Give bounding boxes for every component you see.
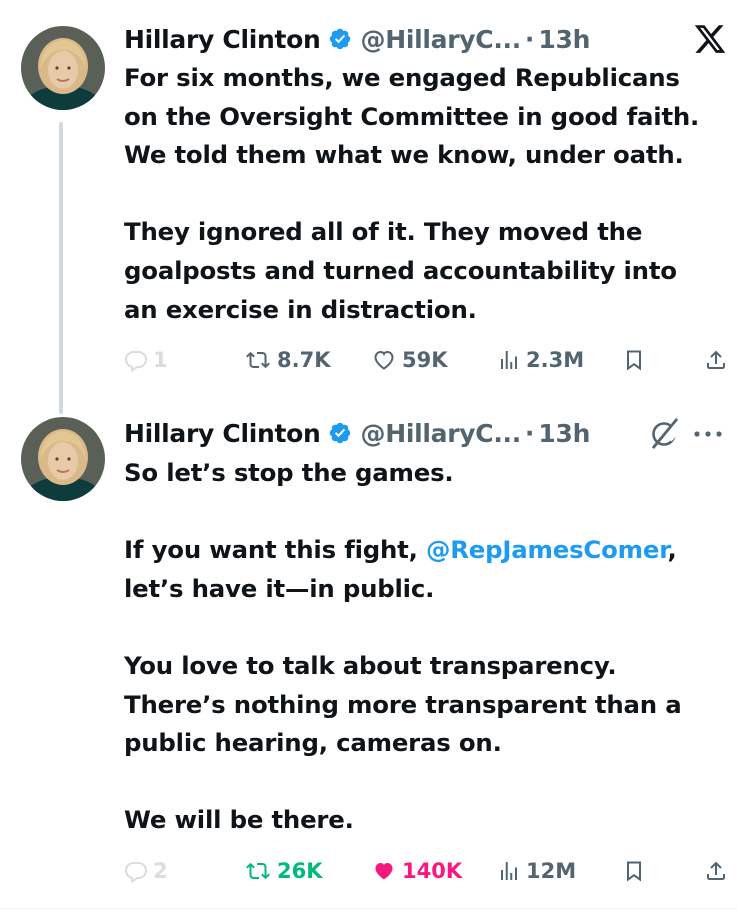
reply-button[interactable]: 2 bbox=[124, 851, 168, 891]
avatar[interactable] bbox=[21, 417, 105, 501]
author-name[interactable]: Hillary Clinton bbox=[124, 25, 321, 54]
tweet-header: Hillary Clinton @HillaryC... · 13h bbox=[124, 21, 590, 57]
tweet-text-line: We told them what we know, under oath. bbox=[124, 140, 684, 170]
tweet-actions: 1 8.7K 59K 2.3M bbox=[124, 340, 734, 380]
bookmark-icon bbox=[627, 861, 641, 882]
like-button[interactable]: 59K bbox=[371, 340, 448, 380]
timestamp[interactable]: 13h bbox=[538, 25, 590, 54]
like-count: 59K bbox=[402, 348, 448, 372]
bookmark-icon bbox=[627, 350, 641, 371]
thread-connector-line bbox=[59, 122, 63, 414]
bookmark-button[interactable] bbox=[622, 340, 651, 380]
tweet-text-line: There’s nothing more transparent than a bbox=[124, 689, 682, 719]
tweet-text-line: If you want this fight, @RepJamesComer, bbox=[124, 531, 730, 570]
verified-badge-icon bbox=[328, 421, 352, 445]
repost-button[interactable]: 8.7K bbox=[244, 340, 330, 380]
author-handle[interactable]: @HillaryC... bbox=[361, 419, 522, 448]
share-button[interactable] bbox=[704, 851, 733, 891]
repost-button[interactable]: 26K bbox=[244, 851, 323, 891]
tweet-text-line: let’s have it—in public. bbox=[124, 573, 435, 603]
tweet-text-segment: , bbox=[667, 535, 677, 565]
reply-count: 2 bbox=[153, 859, 168, 883]
repost-icon bbox=[246, 862, 270, 880]
avatar[interactable] bbox=[21, 26, 105, 110]
views-icon bbox=[501, 351, 517, 369]
heart-icon bbox=[374, 350, 394, 370]
grok-icon[interactable] bbox=[649, 416, 681, 450]
views-count: 2.3M bbox=[526, 348, 585, 372]
tweet-body: So let’s stop the games. If you want thi… bbox=[124, 454, 730, 840]
tweet-header: Hillary Clinton @HillaryC... · 13h bbox=[124, 415, 590, 451]
separator-dot: · bbox=[524, 418, 535, 448]
reply-button[interactable]: 1 bbox=[124, 340, 168, 380]
views-icon bbox=[501, 862, 517, 880]
tweet-text-line: public hearing, cameras on. bbox=[124, 728, 502, 758]
tweet-text-line: on the Oversight Committee in good faith… bbox=[124, 101, 700, 131]
divider bbox=[0, 908, 737, 909]
tweet-text-line: They ignored all of it. They moved the bbox=[124, 217, 643, 247]
reply-count: 1 bbox=[153, 348, 168, 372]
more-options-icon[interactable] bbox=[693, 430, 723, 438]
share-icon bbox=[707, 861, 725, 880]
author-name[interactable]: Hillary Clinton bbox=[124, 419, 321, 448]
mention-link[interactable]: @RepJamesComer bbox=[426, 535, 668, 564]
reply-icon bbox=[124, 351, 148, 372]
like-button[interactable]: 140K bbox=[371, 851, 462, 891]
tweet-text-line: So let’s stop the games. bbox=[124, 458, 454, 487]
views-count: 12M bbox=[526, 859, 577, 883]
views-button[interactable]: 2.3M bbox=[497, 340, 584, 380]
separator-dot: · bbox=[524, 24, 535, 54]
repost-count: 26K bbox=[277, 859, 323, 883]
views-button[interactable]: 12M bbox=[497, 851, 576, 891]
share-icon bbox=[707, 350, 725, 369]
tweet-text-line: We will be there. bbox=[124, 805, 354, 835]
author-handle[interactable]: @HillaryC... bbox=[361, 25, 522, 54]
tweet-text-line: goalposts and turned accountability into bbox=[124, 255, 677, 285]
tweet-text-line: For six months, we engaged Republicans bbox=[124, 63, 680, 92]
reply-icon bbox=[124, 862, 148, 883]
repost-count: 8.7K bbox=[277, 348, 331, 372]
timestamp[interactable]: 13h bbox=[538, 419, 590, 448]
tweet-text-segment: If you want this fight, bbox=[124, 535, 427, 565]
tweet-text-line: an exercise in distraction. bbox=[124, 294, 477, 324]
heart-filled-icon bbox=[375, 863, 393, 880]
repost-icon bbox=[246, 351, 270, 369]
tweet-text-line: You love to talk about transparency. bbox=[124, 650, 617, 680]
tweet-body: For six months, we engaged Republicans o… bbox=[124, 59, 730, 329]
bookmark-button[interactable] bbox=[622, 851, 651, 891]
share-button[interactable] bbox=[704, 340, 733, 380]
verified-badge-icon bbox=[328, 27, 352, 51]
tweet-actions: 2 26K 140K 12M bbox=[124, 851, 734, 891]
x-logo-icon[interactable] bbox=[693, 22, 727, 56]
like-count: 140K bbox=[402, 859, 463, 883]
